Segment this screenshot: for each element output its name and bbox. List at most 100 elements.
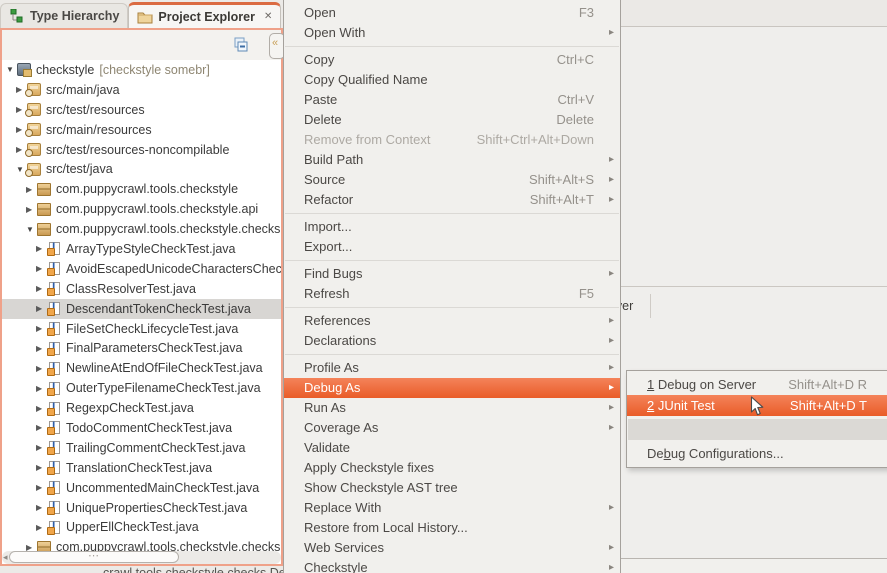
tree-item[interactable]: OuterTypeFilenameCheckTest.java [2, 378, 281, 398]
tree-item[interactable]: checkstyle [checkstyle somebr] [2, 60, 281, 80]
tree-item[interactable]: src/test/resources [2, 100, 281, 120]
tree-item[interactable]: RegexpCheckTest.java [2, 398, 281, 418]
tree-item[interactable]: UncommentedMainCheckTest.java [2, 478, 281, 498]
tree-item[interactable]: TranslationCheckTest.java [2, 458, 281, 478]
tree-expand-arrow-icon[interactable] [36, 423, 47, 432]
tree-item[interactable]: src/main/java [2, 80, 281, 100]
context-menu-item[interactable]: Paste Ctrl+V [284, 90, 620, 110]
tree-expand-arrow-icon[interactable] [36, 443, 47, 452]
context-menu-item[interactable]: Build Path [284, 150, 620, 170]
tree-item[interactable]: FinalParametersCheckTest.java [2, 338, 281, 358]
submenu-arrow-icon [604, 170, 614, 190]
context-menu-item[interactable]: Web Services [284, 538, 620, 558]
tree-item-icon [49, 421, 60, 434]
horizontal-scrollbar[interactable] [2, 551, 281, 564]
context-menu-item[interactable]: Refactor Shift+Alt+T [284, 190, 620, 210]
tree-expand-arrow-icon[interactable] [36, 483, 47, 492]
context-menu-item[interactable]: Restore from Local History... [284, 518, 620, 538]
tab-type-hierarchy[interactable]: Type Hierarchy [0, 3, 128, 28]
tree-item[interactable]: com.puppycrawl.tools.checkstyle.api [2, 199, 281, 219]
submenu-item[interactable]: 1 Debug on Server Shift+Alt+D R [627, 374, 887, 395]
tree-expand-arrow-icon[interactable] [36, 463, 47, 472]
menu-item-shortcut: Shift+Alt+S [529, 170, 594, 190]
submenu-item[interactable]: Debug Configurations... [627, 443, 887, 464]
tree-expand-arrow-icon[interactable] [36, 503, 47, 512]
context-menu-item[interactable]: Coverage As [284, 418, 620, 438]
submenu-arrow-icon [604, 558, 614, 573]
tree-item[interactable]: FileSetCheckLifecycleTest.java [2, 319, 281, 339]
menu-item-label: Web Services [304, 538, 594, 558]
context-menu-item[interactable]: Show Checkstyle AST tree [284, 478, 620, 498]
tree-item[interactable]: AvoidEscapedUnicodeCharactersCheckTest.j… [2, 259, 281, 279]
context-menu-item[interactable]: Copy Qualified Name [284, 70, 620, 90]
tree-item[interactable]: UpperEllCheckTest.java [2, 517, 281, 537]
tree-item[interactable]: com.puppycrawl.tools.checkstyle [2, 179, 281, 199]
scrollbar-thumb[interactable] [9, 551, 179, 563]
context-menu-item[interactable]: Profile As [284, 358, 620, 378]
tree-item[interactable]: src/main/resources [2, 120, 281, 140]
context-menu-item[interactable]: Apply Checkstyle fixes [284, 458, 620, 478]
menu-item-label: Import... [304, 217, 594, 237]
submenu-item-shortcut: Shift+Alt+D R [788, 374, 867, 395]
tree-expand-arrow-icon[interactable] [36, 523, 47, 532]
tree-item[interactable]: com.puppycrawl.tools.checkstyle.checks [2, 219, 281, 239]
collapse-all-button[interactable] [231, 35, 251, 55]
tree-expand-arrow-icon[interactable] [26, 185, 37, 194]
tree-expand-arrow-icon[interactable] [36, 364, 47, 373]
tree-expand-arrow-icon[interactable] [26, 225, 37, 234]
tree-expand-arrow-icon[interactable] [26, 205, 37, 214]
context-menu-item[interactable]: Run As [284, 398, 620, 418]
context-menu-item[interactable] [285, 260, 619, 261]
context-menu-item[interactable]: Delete Delete [284, 110, 620, 130]
context-menu-item[interactable]: Declarations [284, 331, 620, 351]
submenu-item-label: 2 JUnit Test [647, 395, 790, 416]
context-menu-item[interactable]: Remove from Context Shift+Ctrl+Alt+Down [284, 130, 620, 150]
context-menu-item[interactable]: Copy Ctrl+C [284, 50, 620, 70]
submenu-arrow-icon [604, 398, 614, 418]
context-menu-item[interactable] [285, 354, 619, 355]
menu-item-shortcut: Delete [556, 110, 594, 130]
tree-expand-arrow-icon[interactable] [36, 404, 47, 413]
submenu-arrow-icon [604, 190, 614, 210]
context-menu-item[interactable]: Source Shift+Alt+S [284, 170, 620, 190]
context-menu-item[interactable]: Replace With [284, 498, 620, 518]
tab-project-explorer[interactable]: Project Explorer ✕ [128, 2, 281, 28]
tree-expand-arrow-icon[interactable] [36, 384, 47, 393]
tree-item[interactable]: src/test/java [2, 159, 281, 179]
tree-item[interactable]: src/test/resources-noncompilable [2, 140, 281, 160]
tree-item[interactable]: UniquePropertiesCheckTest.java [2, 498, 281, 518]
tree-expand-arrow-icon[interactable] [6, 65, 17, 74]
tree-expand-arrow-icon[interactable] [36, 244, 47, 253]
context-menu-item[interactable]: Open With [284, 23, 620, 43]
tree-expand-arrow-icon[interactable] [36, 324, 47, 333]
context-menu-item[interactable]: Debug As [284, 378, 620, 398]
tree-item-icon [37, 183, 51, 196]
tree-item-label: DescendantTokenCheckTest.java [66, 302, 251, 316]
tree-expand-arrow-icon[interactable] [26, 543, 37, 551]
scroll-left-arrow-icon[interactable] [3, 551, 8, 564]
tree-item[interactable]: DescendantTokenCheckTest.java [2, 299, 281, 319]
tree-expand-arrow-icon[interactable] [36, 284, 47, 293]
tree-item[interactable]: TrailingCommentCheckTest.java [2, 438, 281, 458]
tree-expand-arrow-icon[interactable] [36, 304, 47, 313]
context-menu-item[interactable]: Find Bugs [284, 264, 620, 284]
tree-expand-arrow-icon[interactable] [36, 264, 47, 273]
context-menu-item[interactable]: Validate [284, 438, 620, 458]
tree-item-icon [37, 223, 51, 236]
context-menu-item[interactable]: Refresh F5 [284, 284, 620, 304]
context-menu-item[interactable] [285, 213, 619, 214]
context-menu-item[interactable]: Checkstyle [284, 558, 620, 573]
context-menu-item[interactable]: Open F3 [284, 3, 620, 23]
tree-item[interactable]: ArrayTypeStyleCheckTest.java [2, 239, 281, 259]
context-menu-item[interactable]: Export... [284, 237, 620, 257]
tree-item[interactable]: NewlineAtEndOfFileCheckTest.java [2, 358, 281, 378]
context-menu-item[interactable]: References [284, 311, 620, 331]
tree-expand-arrow-icon[interactable] [36, 344, 47, 353]
tree-item[interactable]: com.puppycrawl.tools.checkstyle.checks [2, 537, 281, 551]
context-menu-item[interactable] [285, 46, 619, 47]
tree-item[interactable]: ClassResolverTest.java [2, 279, 281, 299]
tree-item[interactable]: TodoCommentCheckTest.java [2, 418, 281, 438]
context-menu-item[interactable]: Import... [284, 217, 620, 237]
tab-close-icon[interactable]: ✕ [264, 11, 272, 22]
context-menu-item[interactable] [285, 307, 619, 308]
